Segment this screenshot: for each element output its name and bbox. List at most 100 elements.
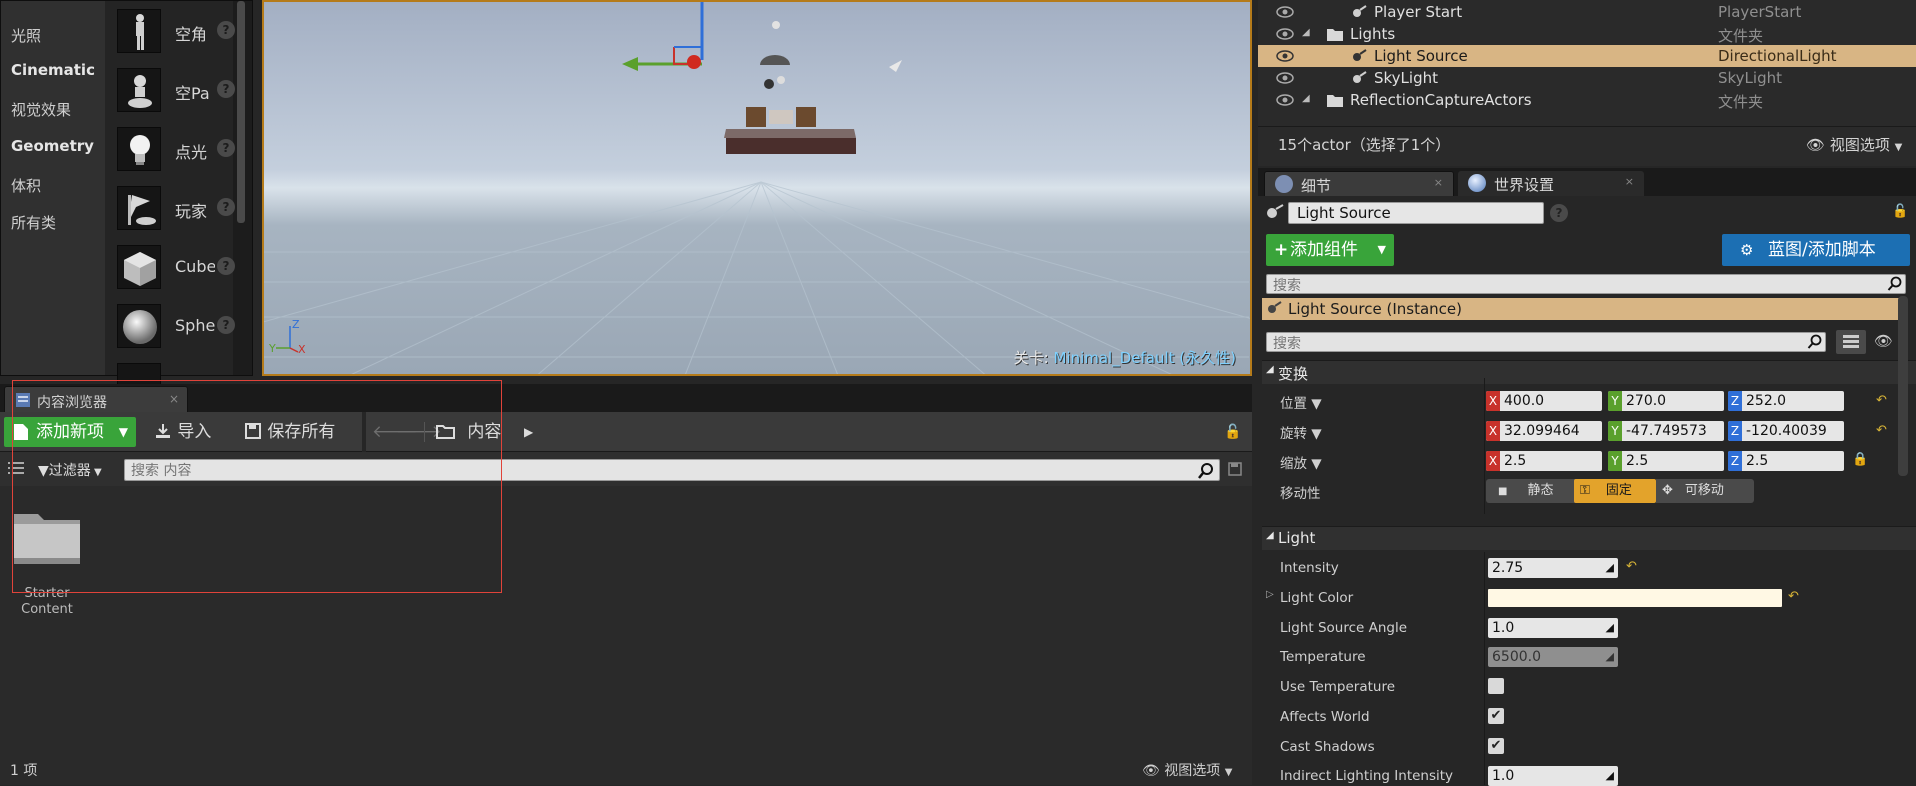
category-visual-effects[interactable]: 视觉效果 — [11, 99, 71, 120]
property-matrix-button[interactable] — [1836, 330, 1866, 354]
temperature-field[interactable]: 6500.0 ◢ — [1488, 647, 1618, 667]
search-icon[interactable] — [1807, 334, 1823, 350]
save-search-icon[interactable] — [1228, 462, 1242, 476]
actor-name-field[interactable] — [1288, 202, 1544, 224]
outliner-row[interactable]: Light Source DirectionalLight — [1258, 45, 1916, 67]
component-search-field[interactable] — [1266, 274, 1906, 295]
tab-world-settings[interactable]: 世界设置 × — [1458, 171, 1644, 196]
section-transform[interactable]: ◢ 变换 — [1262, 360, 1916, 384]
location-x-field[interactable]: X 400.0 — [1486, 391, 1602, 411]
visibility-eye-icon[interactable] — [1276, 50, 1294, 62]
location-z-field[interactable]: Z 252.0 — [1728, 391, 1844, 411]
details-search-field[interactable] — [1266, 332, 1826, 353]
category-cinematic[interactable]: Cinematic — [11, 61, 95, 79]
help-icon[interactable]: ? — [217, 80, 235, 98]
reset-to-default-icon[interactable]: ↶ — [1788, 590, 1800, 603]
rotation-label[interactable]: 旋转 ▼ — [1280, 422, 1322, 442]
location-y-field[interactable]: Y 270.0 — [1608, 391, 1724, 411]
sphere-icon — [117, 304, 161, 348]
chevron-down-icon: ▼ — [1377, 243, 1386, 256]
place-item-point-light[interactable]: 点光 ? — [113, 123, 237, 175]
actor-icon — [1353, 49, 1367, 61]
place-item-label: 空Pa — [175, 84, 210, 103]
expand-arrow-icon[interactable]: ▷ — [1266, 589, 1274, 600]
visibility-eye-icon[interactable] — [1276, 72, 1294, 84]
outliner-view-options-button[interactable]: 👁 视图选项 ▼ — [1806, 134, 1902, 155]
category-lighting[interactable]: 光照 — [11, 25, 41, 46]
place-item-sphere[interactable]: Sphe ? — [113, 300, 237, 352]
details-search-input[interactable] — [1267, 335, 1770, 353]
help-icon[interactable]: ? — [217, 139, 235, 157]
outliner-row[interactable]: ◢ Lights 文件夹 — [1258, 23, 1916, 45]
view-options-button[interactable]: 👁 视图选项 ▼ — [1142, 760, 1232, 780]
reset-to-default-icon[interactable]: ↶ — [1626, 560, 1638, 573]
visibility-eye-icon[interactable] — [1276, 94, 1294, 106]
close-icon[interactable]: × — [1434, 176, 1443, 189]
skylight-icon — [760, 55, 790, 65]
rotation-z-field[interactable]: Z -120.40039 — [1728, 421, 1844, 441]
help-icon[interactable]: ? — [217, 198, 235, 216]
cast-shadows-checkbox[interactable]: ✔ — [1488, 738, 1504, 754]
cast-shadows-label: Cast Shadows — [1280, 739, 1375, 755]
grid-icon — [1843, 335, 1859, 348]
outliner-row[interactable]: ◢ ReflectionCaptureActors 文件夹 — [1258, 89, 1916, 111]
mobility-stationary-button[interactable]: ⚿ 固定 — [1574, 479, 1656, 503]
scale-z-field[interactable]: Z 2.5 — [1728, 451, 1844, 471]
reset-to-default-icon[interactable]: ↶ — [1876, 394, 1888, 407]
affects-world-checkbox[interactable]: ✔ — [1488, 708, 1504, 724]
light-color-swatch[interactable] — [1488, 589, 1782, 607]
place-item-empty-pawn[interactable]: 空Pa ? — [113, 64, 237, 116]
component-search-input[interactable] — [1267, 277, 1842, 295]
eye-icon[interactable]: 👁 — [1874, 332, 1893, 350]
level-viewport[interactable]: Z Y X 关卡: Minimal_Default (永久性) — [262, 0, 1252, 376]
component-instance-row[interactable]: Light Source (Instance) — [1262, 298, 1904, 320]
scale-y-field[interactable]: Y 2.5 — [1608, 451, 1724, 471]
visibility-eye-icon[interactable] — [1276, 28, 1294, 40]
place-item-player-start[interactable]: 玩家 ? — [113, 182, 237, 234]
indirect-lighting-intensity-field[interactable]: 1.0 ◢ — [1488, 766, 1618, 786]
category-all-classes[interactable]: 所有类 — [11, 212, 56, 233]
collapse-arrow-icon[interactable]: ◢ — [1302, 93, 1310, 104]
search-icon[interactable] — [1197, 462, 1215, 480]
mobility-movable-button[interactable]: ✥ 可移动 — [1656, 479, 1754, 503]
help-icon[interactable]: ? — [1550, 204, 1568, 222]
scale-x-field[interactable]: X 2.5 — [1486, 451, 1602, 471]
category-geometry[interactable]: Geometry — [11, 137, 94, 155]
place-panel-scrollbar[interactable] — [237, 1, 245, 223]
place-item-label: Cube — [175, 257, 215, 276]
tab-details[interactable]: 细节 × — [1264, 171, 1454, 196]
outliner-row[interactable]: Player Start PlayerStart — [1258, 1, 1916, 23]
category-volumes[interactable]: 体积 — [11, 175, 41, 196]
rotation-y-field[interactable]: Y -47.749573 — [1608, 421, 1724, 441]
lock-icon[interactable]: 🔒 — [1852, 452, 1868, 467]
item-count: 1 项 — [10, 763, 38, 779]
rotation-x-field[interactable]: X 32.099464 — [1486, 421, 1602, 441]
help-icon[interactable]: ? — [217, 257, 235, 275]
outliner-row[interactable]: SkyLight SkyLight — [1258, 67, 1916, 89]
section-light[interactable]: ◢ Light — [1262, 526, 1916, 550]
actor-name-input[interactable] — [1289, 203, 1543, 223]
axis-z-label: Z — [1728, 421, 1742, 441]
outliner-item-name: Player Start — [1374, 3, 1463, 21]
place-item-empty-character[interactable]: 空角 ? — [113, 5, 237, 57]
scale-label[interactable]: 缩放 ▼ — [1280, 452, 1322, 472]
blueprint-add-script-button[interactable]: ⚙ 蓝图/添加脚本 — [1722, 234, 1910, 266]
search-icon[interactable] — [1887, 276, 1903, 292]
help-icon[interactable]: ? — [217, 21, 235, 39]
light-source-angle-field[interactable]: 1.0 ◢ — [1488, 618, 1618, 638]
reset-to-default-icon[interactable]: ↶ — [1876, 424, 1888, 437]
path-chevron-right-icon[interactable]: ▶ — [524, 417, 533, 447]
lock-icon[interactable]: 🔓 — [1892, 204, 1908, 222]
mobility-static-button[interactable]: ■ 静态 — [1486, 479, 1574, 503]
use-temperature-checkbox[interactable] — [1488, 678, 1504, 694]
close-icon[interactable]: × — [1625, 175, 1634, 188]
add-component-button[interactable]: + 添加组件 ▼ — [1266, 234, 1394, 266]
help-icon[interactable]: ? — [217, 316, 235, 334]
visibility-eye-icon[interactable] — [1276, 6, 1294, 18]
place-item-cube[interactable]: Cube ? — [113, 241, 237, 293]
collapse-arrow-icon[interactable]: ◢ — [1302, 27, 1310, 38]
lock-icon[interactable]: 🔓 — [1224, 417, 1241, 447]
details-scrollbar[interactable] — [1898, 296, 1908, 476]
location-label[interactable]: 位置 ▼ — [1280, 392, 1322, 412]
intensity-field[interactable]: 2.75 ◢ — [1488, 558, 1618, 578]
